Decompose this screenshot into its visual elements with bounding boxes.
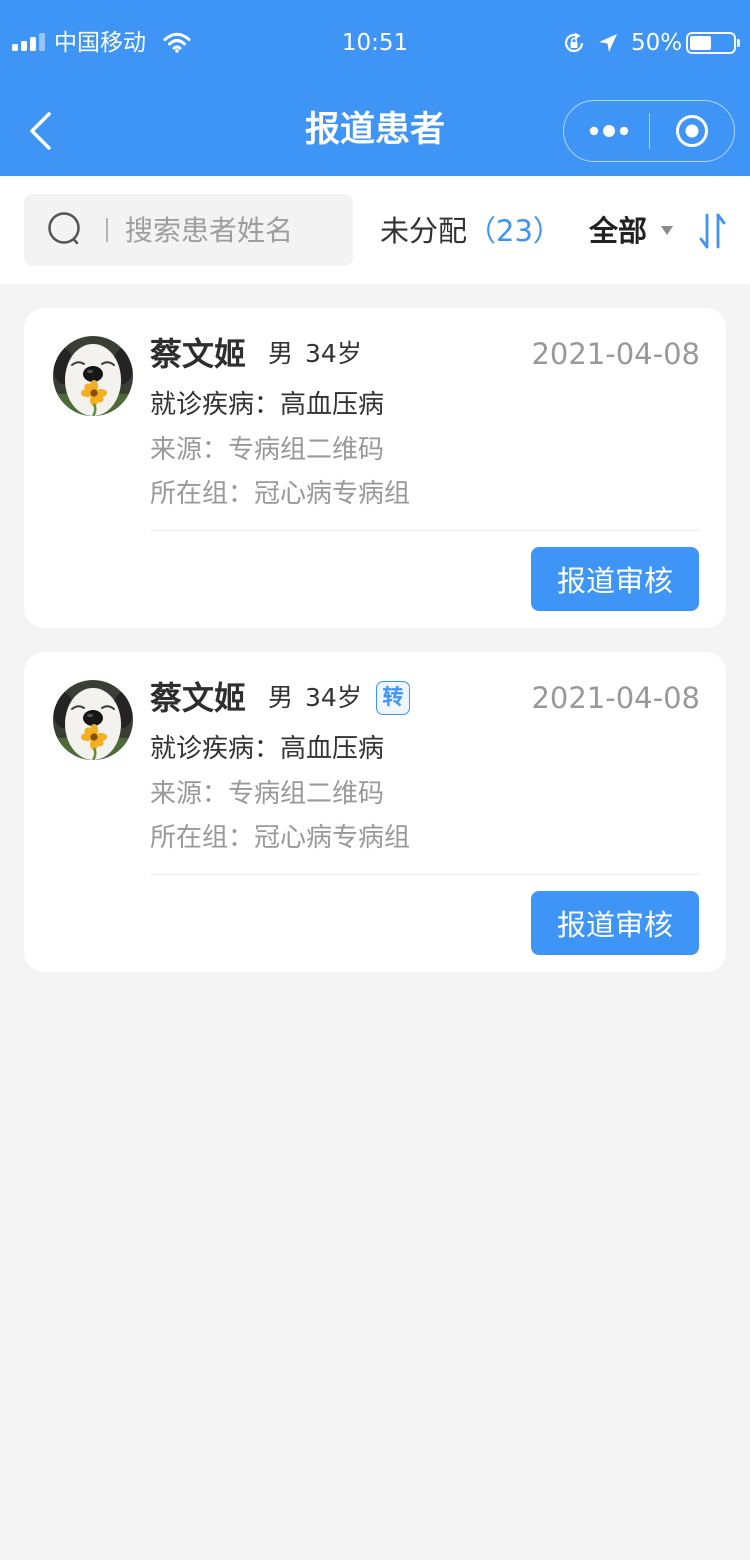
avatar: [53, 336, 133, 416]
review-report-button[interactable]: 报道审核: [531, 547, 699, 611]
avatar-image: [53, 680, 133, 760]
group-line: 所在组：冠心病专病组: [150, 478, 410, 510]
sort-icon: [699, 213, 726, 249]
card-divider: [150, 530, 700, 531]
group-value: 冠心病专病组: [254, 823, 411, 853]
avatar: [53, 680, 133, 760]
location-arrow-icon: [599, 34, 617, 52]
source-line: 来源：专病组二维码: [150, 434, 384, 466]
carrier-label: 中国移动: [54, 30, 146, 56]
source-label: 来源：: [150, 435, 229, 465]
header: 中国移动 10:51 50% 报道患者: [0, 0, 750, 176]
scope-dropdown[interactable]: 全部: [589, 209, 679, 253]
patient-age: 34岁: [305, 339, 362, 368]
more-button[interactable]: [564, 101, 649, 161]
caret-down-icon: [661, 226, 673, 235]
disease-value: 高血压病: [280, 390, 385, 420]
report-date: 2021-04-08: [531, 337, 700, 371]
wifi-icon: [163, 32, 191, 53]
source-line: 来源：专病组二维码: [150, 778, 384, 810]
unassigned-filter[interactable]: 未分配（23）: [380, 209, 562, 253]
patient-gender-age: 男 34岁: [268, 682, 362, 714]
review-report-button[interactable]: 报道审核: [531, 891, 699, 955]
signal-icon: [12, 33, 45, 51]
group-line: 所在组：冠心病专病组: [150, 822, 410, 854]
nav-bar: 报道患者: [0, 86, 750, 176]
disease-line: 就诊疾病：高血压病: [150, 733, 384, 765]
disease-value: 高血压病: [280, 734, 385, 764]
patient-gender-age: 男 34岁: [268, 338, 362, 370]
battery-icon: [686, 32, 740, 54]
chevron-left-icon: [30, 112, 51, 150]
card-divider: [150, 874, 700, 875]
filter-bar: 未分配（23） 全部: [0, 176, 750, 284]
status-time: 10:51: [341, 30, 409, 56]
status-bar: 中国移动 10:51 50%: [0, 0, 750, 86]
app-screen: 中国移动 10:51 50% 报道患者 搜索患者姓名 未分配（23） 全部 蔡文…: [0, 0, 750, 1560]
group-value: 冠心病专病组: [254, 479, 411, 509]
patient-gender: 男: [268, 339, 294, 368]
mini-program-capsule: [563, 100, 735, 162]
battery-level-fill: [690, 36, 711, 50]
source-label: 来源：: [150, 779, 229, 809]
search-icon: [48, 212, 80, 245]
avatar-image: [53, 336, 133, 416]
battery-percent: 50%: [631, 30, 683, 56]
patient-card[interactable]: 蔡文姬 男 34岁 转 2021-04-08 就诊疾病：高血压病 来源：专病组二维…: [24, 652, 726, 972]
patient-age: 34岁: [305, 683, 362, 712]
back-button[interactable]: [22, 106, 62, 156]
scope-selected: 全部: [589, 214, 648, 248]
page-title: 报道患者: [304, 110, 445, 150]
search-divider: [106, 218, 108, 242]
orientation-lock-icon: [564, 32, 584, 53]
unassigned-label: 未分配: [380, 214, 468, 248]
group-label: 所在组：: [150, 479, 255, 509]
target-icon: [676, 115, 708, 147]
patient-card[interactable]: 蔡文姬 男 34岁 2021-04-08 就诊疾病：高血压病 来源：专病组二维码 …: [24, 308, 726, 628]
patient-name: 蔡文姬: [150, 335, 247, 373]
unassigned-count: （23）: [467, 214, 562, 248]
disease-label: 就诊疾病：: [150, 734, 281, 764]
patient-gender: 男: [268, 683, 294, 712]
search-input[interactable]: [125, 194, 340, 266]
source-value: 专病组二维码: [228, 779, 385, 809]
report-date: 2021-04-08: [531, 681, 700, 715]
transfer-badge: 转: [376, 681, 410, 715]
disease-label: 就诊疾病：: [150, 390, 281, 420]
group-label: 所在组：: [150, 823, 255, 853]
sort-button[interactable]: [697, 211, 729, 251]
disease-line: 就诊疾病：高血压病: [150, 389, 384, 421]
close-mini-program-button[interactable]: [650, 101, 734, 161]
search-box[interactable]: [24, 194, 353, 266]
more-dots-icon: [589, 125, 629, 137]
source-value: 专病组二维码: [228, 435, 385, 465]
patient-name: 蔡文姬: [150, 679, 247, 717]
